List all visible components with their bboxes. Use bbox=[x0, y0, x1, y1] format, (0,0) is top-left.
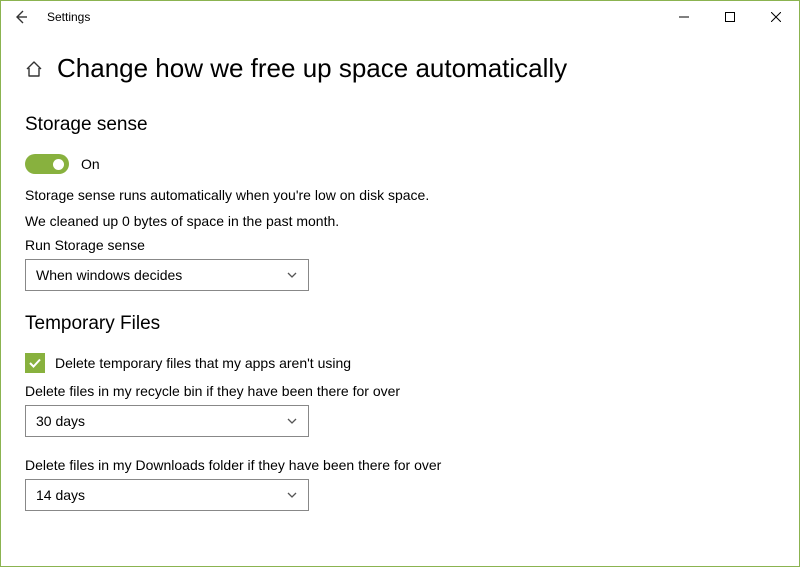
page-header: Change how we free up space automaticall… bbox=[25, 53, 775, 84]
app-title: Settings bbox=[47, 10, 90, 24]
recycle-bin-label: Delete files in my recycle bin if they h… bbox=[25, 383, 775, 399]
maximize-button[interactable] bbox=[707, 1, 753, 33]
chevron-down-icon bbox=[286, 489, 298, 501]
close-button[interactable] bbox=[753, 1, 799, 33]
section-temporary-files: Temporary Files Delete temporary files t… bbox=[25, 313, 775, 511]
downloads-value: 14 days bbox=[36, 487, 85, 503]
run-storage-sense-value: When windows decides bbox=[36, 267, 182, 283]
delete-temp-files-label: Delete temporary files that my apps aren… bbox=[55, 355, 351, 371]
back-button[interactable] bbox=[13, 9, 29, 25]
minimize-button[interactable] bbox=[661, 1, 707, 33]
home-icon[interactable] bbox=[25, 60, 43, 78]
toggle-state-label: On bbox=[81, 156, 100, 172]
page-title: Change how we free up space automaticall… bbox=[57, 53, 567, 84]
content-area: Change how we free up space automaticall… bbox=[1, 33, 799, 511]
recycle-bin-value: 30 days bbox=[36, 413, 85, 429]
chevron-down-icon bbox=[286, 269, 298, 281]
storage-sense-desc-2: We cleaned up 0 bytes of space in the pa… bbox=[25, 212, 775, 232]
downloads-label: Delete files in my Downloads folder if t… bbox=[25, 457, 775, 473]
storage-sense-desc-1: Storage sense runs automatically when yo… bbox=[25, 186, 775, 206]
section-storage-sense: Storage sense On Storage sense runs auto… bbox=[25, 114, 775, 291]
checkbox-checked-icon bbox=[25, 353, 45, 373]
toggle-switch-icon bbox=[25, 154, 69, 174]
toggle-storage-sense[interactable]: On bbox=[25, 154, 775, 174]
run-storage-sense-label: Run Storage sense bbox=[25, 237, 775, 253]
run-storage-sense-select[interactable]: When windows decides bbox=[25, 259, 309, 291]
recycle-bin-select[interactable]: 30 days bbox=[25, 405, 309, 437]
chevron-down-icon bbox=[286, 415, 298, 427]
delete-temp-files-checkbox[interactable]: Delete temporary files that my apps aren… bbox=[25, 353, 775, 373]
heading-temporary-files: Temporary Files bbox=[25, 313, 775, 335]
downloads-select[interactable]: 14 days bbox=[25, 479, 309, 511]
window-controls bbox=[661, 1, 799, 33]
heading-storage-sense: Storage sense bbox=[25, 114, 775, 136]
titlebar: Settings bbox=[1, 1, 799, 33]
